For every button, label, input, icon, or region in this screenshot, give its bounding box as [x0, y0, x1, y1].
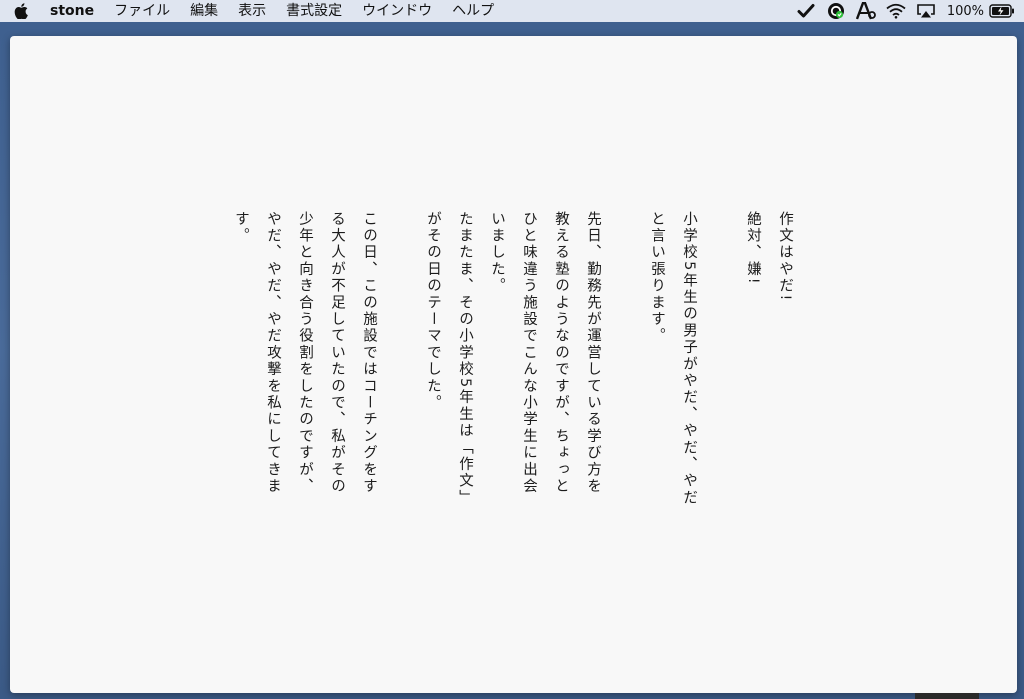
- status-area: 100%: [791, 0, 1024, 22]
- paragraph: 先日、勤務先が運営している学び方を教える塾のようなのですが、ちょっとひと味違う施…: [489, 211, 601, 495]
- airplay-icon[interactable]: [916, 0, 936, 22]
- sync-icon[interactable]: [826, 0, 846, 22]
- menu-app-name[interactable]: stone: [48, 0, 104, 22]
- paragraph: 作文はやだ!: [777, 211, 793, 303]
- menu-format[interactable]: 書式設定: [276, 0, 352, 22]
- wifi-icon[interactable]: [886, 0, 906, 22]
- paragraph: 絶対、嫌!: [745, 211, 761, 286]
- menu-view[interactable]: 表示: [228, 0, 276, 22]
- menu-window[interactable]: ウインドウ: [352, 0, 442, 22]
- paragraph: 小学校5年生の男子がやだ、やだ、やだと言い張ります。: [649, 211, 697, 507]
- menu-help[interactable]: ヘルプ: [442, 0, 504, 22]
- menu-edit[interactable]: 編集: [180, 0, 228, 22]
- paragraph: たまたま、その小学校5年生は「作文」がその日のテーマでした。: [425, 211, 473, 507]
- battery-charging-icon[interactable]: [988, 0, 1016, 22]
- document-window: 作文はやだ! 絶対、嫌! 小学校5年生の男子がやだ、やだ、やだと言い張ります。 …: [10, 36, 1017, 693]
- dock-edge: [915, 693, 979, 699]
- paragraph: この日、この施設ではコーチングをする大人が不足していたので、私がその少年と向き合…: [233, 211, 377, 495]
- menu-file[interactable]: ファイル: [104, 0, 180, 22]
- vertical-text-editor[interactable]: 作文はやだ! 絶対、嫌! 小学校5年生の男子がやだ、やだ、やだと言い張ります。 …: [221, 211, 801, 511]
- font-icon[interactable]: [855, 0, 876, 22]
- apple-icon[interactable]: [10, 0, 32, 22]
- checkmark-icon[interactable]: [796, 0, 816, 22]
- menu-bar: stone ファイル 編集 表示 書式設定 ウインドウ ヘルプ 100%: [0, 0, 1024, 22]
- battery-percent: 100%: [946, 3, 984, 19]
